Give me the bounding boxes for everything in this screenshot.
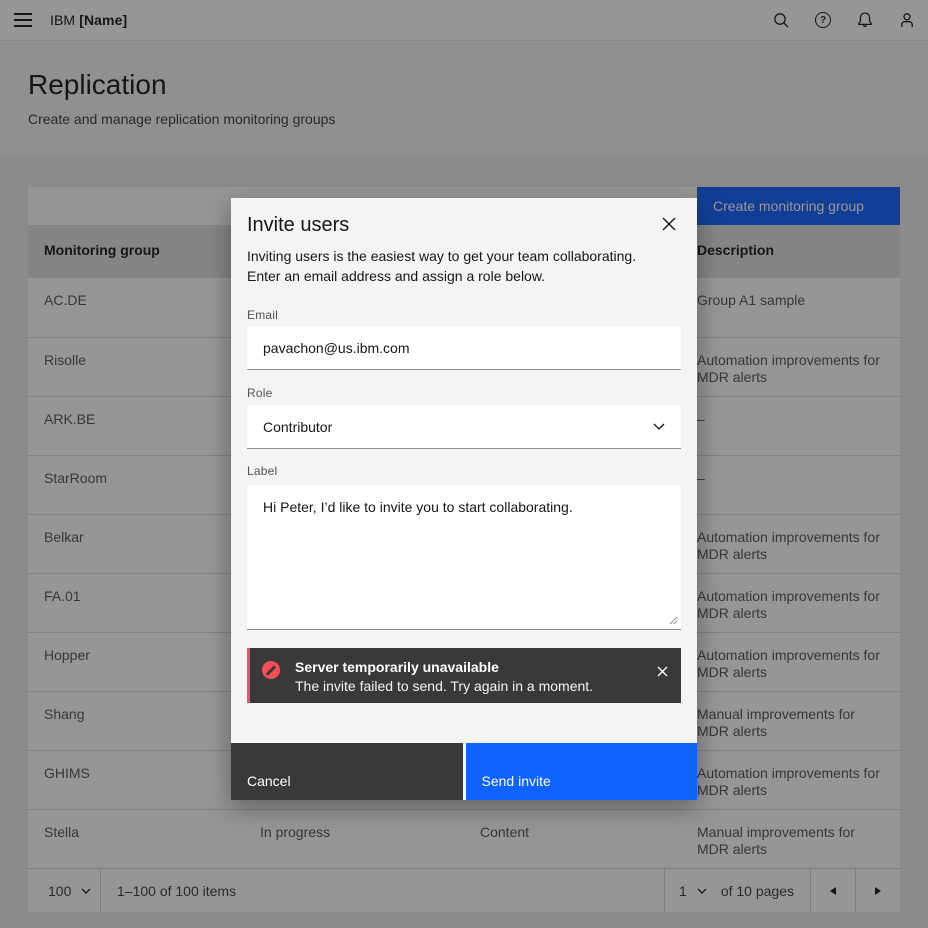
notification-close-icon[interactable] [647, 656, 677, 686]
email-field[interactable] [247, 326, 681, 370]
email-label: Email [247, 308, 278, 322]
send-invite-button[interactable]: Send invite [466, 743, 698, 800]
modal-footer: Cancel Send invite [231, 743, 697, 800]
role-label: Role [247, 386, 272, 400]
notification-message: The invite failed to send. Try again in … [295, 678, 647, 695]
message-field-wrap: Hi Peter, I’d like to invite you to star… [247, 485, 681, 630]
modal-description: Inviting users is the easiest way to get… [247, 246, 667, 286]
message-label: Label [247, 464, 277, 478]
notification-title: Server temporarily unavailable [295, 659, 647, 676]
chevron-down-icon [653, 423, 665, 430]
close-icon[interactable] [655, 210, 683, 238]
invite-users-modal: Invite users Inviting users is the easie… [231, 198, 697, 800]
role-selected-value: Contributor [263, 419, 332, 435]
cancel-button[interactable]: Cancel [231, 743, 463, 800]
modal-title: Invite users [247, 214, 349, 237]
error-notification: Server temporarily unavailable The invit… [247, 648, 681, 703]
error-icon [262, 661, 280, 679]
role-select[interactable]: Contributor [247, 405, 681, 449]
message-field[interactable]: Hi Peter, I’d like to invite you to star… [247, 485, 681, 630]
